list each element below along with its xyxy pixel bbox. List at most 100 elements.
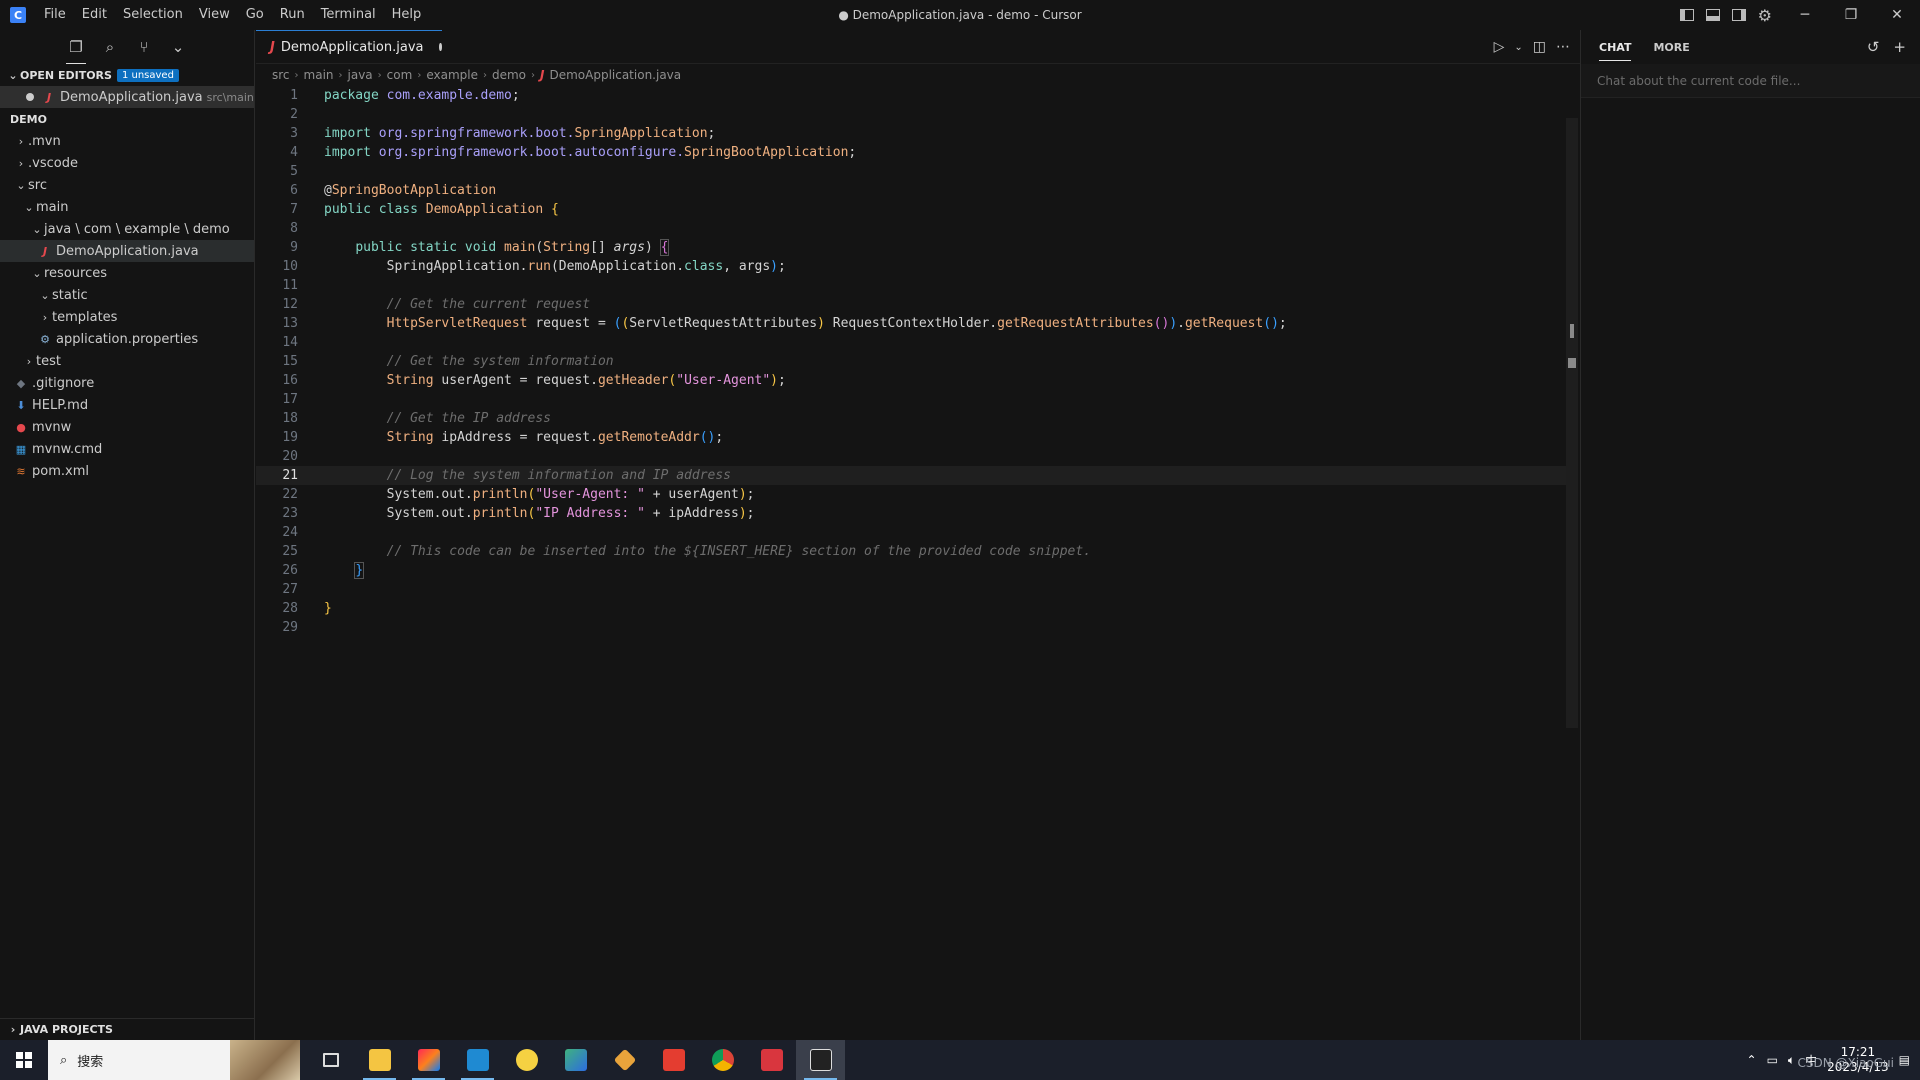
menu-item-help[interactable]: Help (384, 0, 430, 30)
tree-item[interactable]: ⌄ java \ com \ example \ demo (0, 218, 254, 240)
toggle-secondary-sidebar-icon[interactable] (1731, 9, 1746, 21)
chevron-down-icon: ⌄ (32, 222, 42, 236)
tree-item[interactable]: ⬇ HELP.md (0, 394, 254, 416)
project-header[interactable]: DEMO (0, 108, 254, 130)
chevron-down-icon[interactable]: ⌄ (1514, 42, 1522, 53)
start-button[interactable] (0, 1040, 48, 1080)
chevron-right-icon: › (338, 69, 343, 81)
notification-icon[interactable]: ▤ (1899, 1053, 1910, 1067)
toggle-primary-sidebar-icon[interactable] (1679, 9, 1694, 21)
tab-demoapplication[interactable]: J DemoApplication.java (256, 30, 442, 63)
tree-item[interactable]: › .vscode (0, 152, 254, 174)
code-line: 1 package com.example.demo; (290, 88, 520, 103)
breadcrumb-item[interactable]: DemoApplication.java (549, 68, 681, 82)
file-explorer-icon[interactable] (355, 1040, 404, 1080)
chevron-right-icon: › (294, 69, 299, 81)
search-icon[interactable]: ⌕ (100, 37, 120, 57)
close-window-button[interactable]: ✕ (1874, 0, 1920, 30)
code-line: 19 String ipAddress = request.getRemoteA… (282, 430, 724, 445)
open-editor-item[interactable]: J DemoApplication.java src\main\... (0, 86, 254, 108)
tree-item[interactable]: ≋ pom.xml (0, 460, 254, 482)
tree-item-label: .mvn (28, 133, 61, 149)
tree-item-label: mvnw (32, 419, 72, 435)
settings-gear-icon[interactable]: ⚙ (1758, 6, 1772, 25)
tree-item[interactable]: › templates (0, 306, 254, 328)
unsaved-badge: 1 unsaved (116, 68, 179, 82)
tree-item-label: HELP.md (32, 397, 89, 413)
tree-item[interactable]: ⌄ static (0, 284, 254, 306)
menu-item-terminal[interactable]: Terminal (313, 0, 384, 30)
new-chat-plus-icon[interactable]: + (1893, 38, 1906, 56)
menu-item-go[interactable]: Go (238, 0, 272, 30)
chat-input[interactable]: Chat about the current code file... (1581, 64, 1920, 98)
java-projects-section[interactable]: › JAVA PROJECTS (0, 1018, 254, 1040)
tree-item[interactable]: ⌄ main (0, 196, 254, 218)
chat-actions: ↺ + (1867, 38, 1906, 56)
volume-icon[interactable]: 🔈︎ (1788, 1053, 1795, 1068)
tab-more[interactable]: MORE (1653, 41, 1689, 54)
tree-item[interactable]: ● mvnw (0, 416, 254, 438)
vscode-icon[interactable] (453, 1040, 502, 1080)
intellij-icon[interactable] (404, 1040, 453, 1080)
code-line: 3 import org.springframework.boot.SpringA… (290, 126, 716, 141)
menu-item-selection[interactable]: Selection (115, 0, 191, 30)
tree-item[interactable]: ◆ .gitignore (0, 372, 254, 394)
breadcrumb-item[interactable]: example (426, 68, 478, 82)
tree-item[interactable]: ⌄ src (0, 174, 254, 196)
code-line: 29 (282, 620, 298, 635)
tree-item[interactable]: › .mvn (0, 130, 254, 152)
chevron-right-icon: › (18, 156, 24, 170)
tree-item-label: static (52, 287, 88, 303)
minimize-button[interactable]: ─ (1782, 0, 1828, 30)
history-icon[interactable]: ↺ (1867, 38, 1880, 56)
git-tool-icon[interactable] (600, 1040, 649, 1080)
editor-scrollbar[interactable] (1566, 118, 1578, 728)
code-line: 24 (282, 525, 298, 540)
breadcrumb-item[interactable]: src (272, 68, 290, 82)
chevron-right-icon: › (531, 69, 535, 81)
toggle-panel-icon[interactable] (1705, 9, 1720, 21)
wps-office-icon[interactable] (649, 1040, 698, 1080)
explorer-files-icon[interactable]: ❐ (66, 37, 86, 64)
tree-item[interactable]: J DemoApplication.java (0, 240, 254, 262)
chat-panel: CHAT MORE ↺ + Chat about the current cod… (1580, 30, 1920, 1040)
unsaved-dot-icon[interactable] (439, 43, 442, 51)
unsaved-dot-icon[interactable] (26, 93, 34, 101)
breadcrumb-item[interactable]: java (348, 68, 373, 82)
task-view-icon[interactable] (306, 1040, 355, 1080)
menu-item-view[interactable]: View (191, 0, 238, 30)
code-line: 11 (282, 278, 298, 293)
image-viewer-icon[interactable] (551, 1040, 600, 1080)
chevron-up-icon[interactable]: ⌃ (1747, 1053, 1757, 1067)
tree-item[interactable]: › test (0, 350, 254, 372)
more-actions-icon[interactable]: ⋯ (1556, 39, 1570, 55)
source-control-icon[interactable]: ⑂ (134, 37, 154, 57)
red-app-icon[interactable] (747, 1040, 796, 1080)
open-editors-header[interactable]: ⌄ OPEN EDITORS 1 unsaved (0, 64, 254, 86)
tree-item[interactable]: ⚙ application.properties (0, 328, 254, 350)
code-editor[interactable]: 1 package com.example.demo; 2 3 import org… (256, 86, 1566, 637)
menu-item-edit[interactable]: Edit (74, 0, 115, 30)
code-line: 27 (282, 582, 298, 597)
tree-item[interactable]: ⌄ resources (0, 262, 254, 284)
taskbar-search[interactable]: ⌕ 搜索 (48, 1040, 300, 1080)
menu-item-run[interactable]: Run (272, 0, 313, 30)
watermark-text: CSDN @XiaoGui (1797, 1056, 1894, 1070)
baidu-netdisk-icon[interactable] (502, 1040, 551, 1080)
tab-chat[interactable]: CHAT (1599, 33, 1632, 61)
tree-item[interactable]: ▦ mvnw.cmd (0, 438, 254, 460)
run-icon[interactable]: ▷ (1494, 39, 1505, 55)
menu-item-file[interactable]: File (36, 0, 74, 30)
restore-button[interactable]: ❐ (1828, 0, 1874, 30)
tree-item-label: src (28, 177, 47, 193)
network-icon[interactable]: ▭ (1767, 1053, 1778, 1067)
split-editor-icon[interactable]: ◫ (1533, 39, 1546, 55)
breadcrumb-item[interactable]: demo (492, 68, 526, 82)
chevron-down-icon[interactable]: ⌄ (168, 37, 188, 57)
breadcrumb-item[interactable]: com (387, 68, 413, 82)
breadcrumb-item[interactable]: main (304, 68, 334, 82)
chevron-right-icon: › (377, 69, 382, 81)
gear-icon: ⚙ (40, 332, 50, 346)
cursor-taskbar-icon[interactable] (796, 1040, 845, 1080)
chrome-icon[interactable] (698, 1040, 747, 1080)
